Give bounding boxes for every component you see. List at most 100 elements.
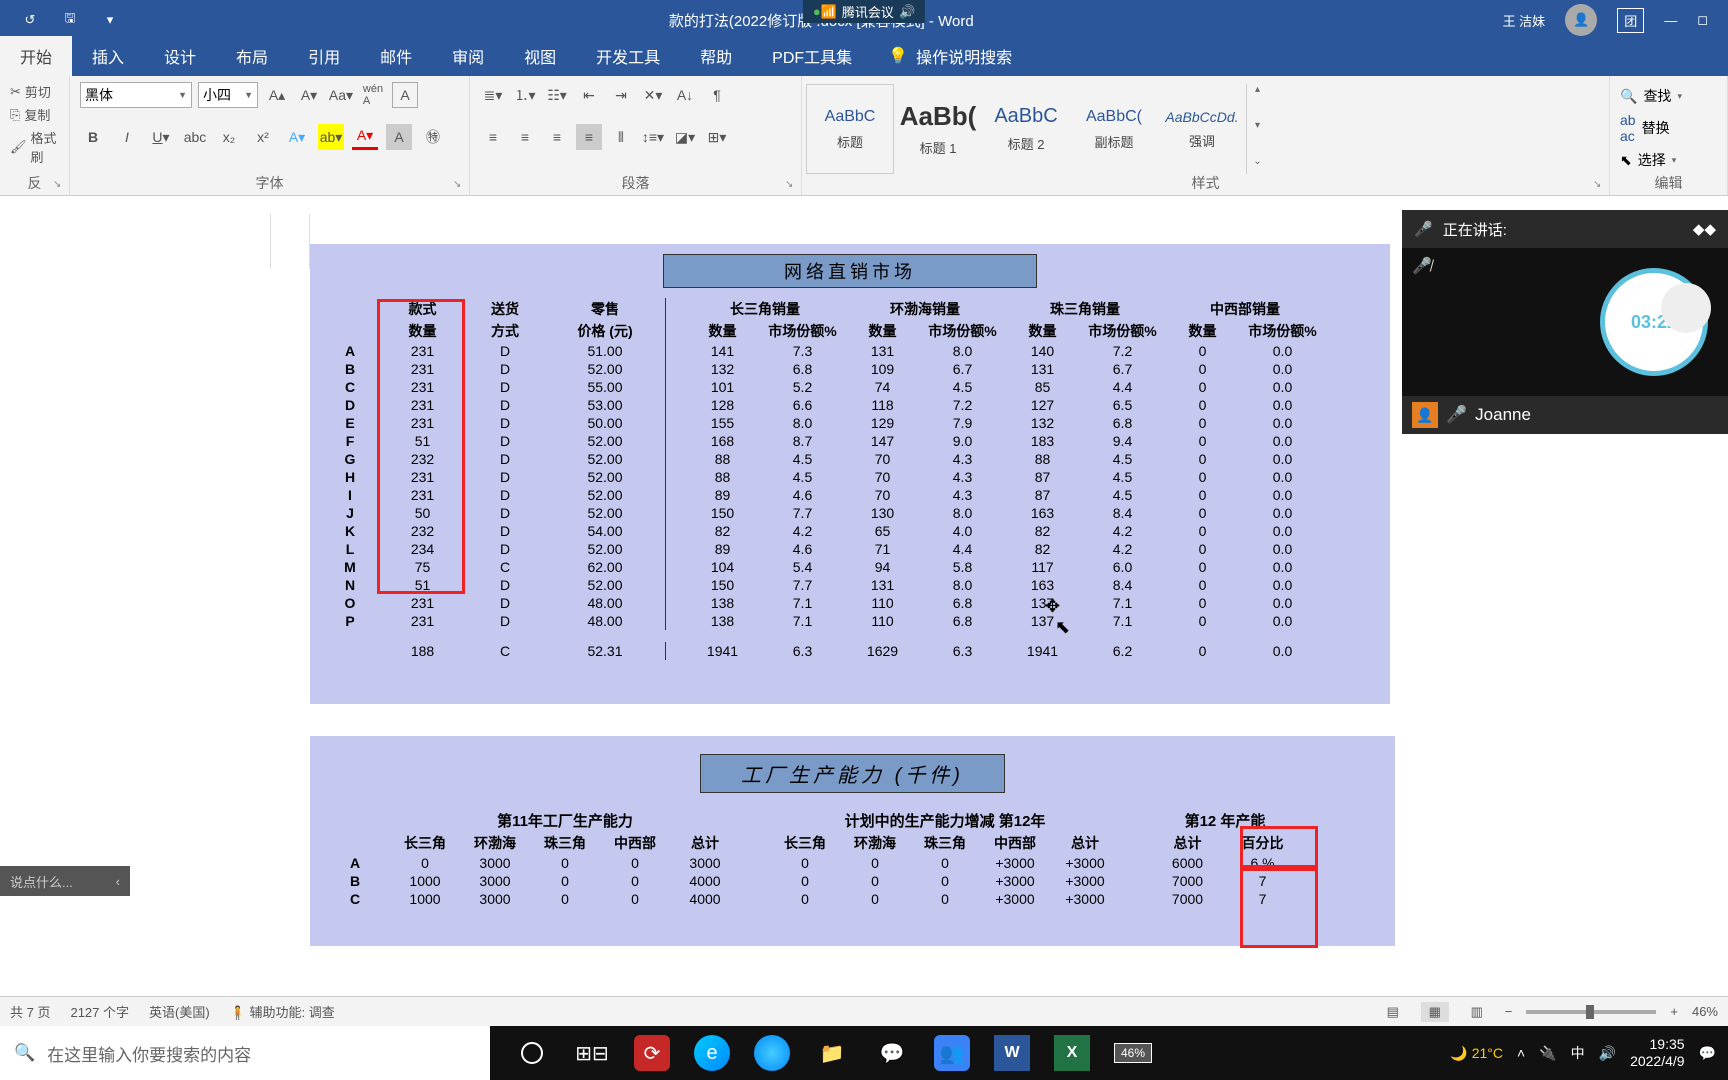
tab-mailings[interactable]: 邮件 (360, 36, 432, 76)
accessibility[interactable]: 🧍 辅助功能: 调查 (230, 1002, 335, 1021)
style-subtitle[interactable]: AaBbC(副标题 (1070, 84, 1158, 174)
tab-help[interactable]: 帮助 (680, 36, 752, 76)
edge-legacy-icon[interactable]: e (694, 1035, 730, 1071)
edge-icon[interactable] (754, 1035, 790, 1071)
clear-format-button[interactable]: A (392, 82, 418, 108)
format-painter-button[interactable]: 🖌格式刷 (10, 128, 59, 166)
battery-indicator[interactable]: 46% (1114, 1043, 1152, 1063)
change-case-button[interactable]: Aa▾ (328, 82, 354, 108)
autosave-icon[interactable]: ↺ (20, 10, 40, 30)
weather-icon[interactable]: 🌙 21°C (1450, 1045, 1503, 1062)
share-button[interactable]: 团 (1617, 8, 1644, 33)
task-view-button[interactable]: ⊞⊟ (574, 1035, 610, 1071)
bold-button[interactable]: B (80, 124, 106, 150)
cut-button[interactable]: ✂剪切 (10, 82, 59, 101)
zoom-out-button[interactable]: − (1505, 1004, 1513, 1019)
replace-button[interactable]: abac替换 (1620, 112, 1682, 144)
justify-button[interactable]: ≡ (576, 124, 602, 150)
borders-button[interactable]: ⊞▾ (704, 124, 730, 150)
language[interactable]: 英语(美国) (149, 1002, 210, 1021)
font-launcher[interactable]: ↘ (453, 179, 467, 193)
page-count[interactable]: 共 7 页 (10, 1002, 50, 1021)
underline-button[interactable]: U▾ (148, 124, 174, 150)
text-effects-button[interactable]: A▾ (284, 124, 310, 150)
netease-icon[interactable]: ⟳ (634, 1035, 670, 1071)
grow-font-button[interactable]: A▴ (264, 82, 290, 108)
styles-more[interactable]: ▴▾⌄ (1246, 84, 1268, 174)
sort-button[interactable]: A↓ (672, 82, 698, 108)
excel-icon[interactable]: X (1054, 1035, 1090, 1071)
style-title[interactable]: AaBbC标题 (806, 84, 894, 174)
font-name-combo[interactable]: 黑体▼ (80, 82, 192, 108)
tab-design[interactable]: 设计 (144, 36, 216, 76)
tab-insert[interactable]: 插入 (72, 36, 144, 76)
find-button[interactable]: 🔍查找▾ (1620, 86, 1682, 106)
align-center-button[interactable]: ≡ (512, 124, 538, 150)
char-shading-button[interactable]: A (386, 124, 412, 150)
print-layout-button[interactable]: ▦ (1421, 1002, 1449, 1022)
cortana-button[interactable] (514, 1035, 550, 1071)
subscript-button[interactable]: x₂ (216, 124, 242, 150)
highlight-button[interactable]: ab▾ (318, 124, 344, 150)
style-heading2[interactable]: AaBbC标题 2 (982, 84, 1070, 174)
asian-layout-button[interactable]: ✕▾ (640, 82, 666, 108)
font-color-button[interactable]: A▾ (352, 124, 378, 150)
tab-pdf[interactable]: PDF工具集 (752, 36, 872, 76)
tencent-meeting-icon[interactable]: 👥 (934, 1035, 970, 1071)
comment-peek[interactable]: 说点什么... ‹ (0, 866, 130, 896)
tab-view[interactable]: 视图 (504, 36, 576, 76)
show-marks-button[interactable]: ¶ (704, 82, 730, 108)
copy-button[interactable]: ⎘复制 (10, 105, 59, 124)
numbering-button[interactable]: ⒈▾ (512, 82, 538, 108)
clock[interactable]: 19:35 2022/4/9 (1630, 1036, 1685, 1070)
align-left-button[interactable]: ≡ (480, 124, 506, 150)
tab-developer[interactable]: 开发工具 (576, 36, 680, 76)
decrease-indent-button[interactable]: ⇤ (576, 82, 602, 108)
shading-button[interactable]: ◪▾ (672, 124, 698, 150)
bullets-button[interactable]: ≣▾ (480, 82, 506, 108)
ime-indicator[interactable]: 中 (1571, 1043, 1585, 1063)
clipboard-launcher[interactable]: ↘ (53, 179, 67, 193)
style-heading1[interactable]: AaBb(标题 1 (894, 84, 982, 174)
explorer-icon[interactable]: 📁 (814, 1035, 850, 1071)
notifications-icon[interactable]: 💬 (1699, 1045, 1716, 1062)
enclose-button[interactable]: ㊕ (420, 124, 446, 150)
web-layout-button[interactable]: ▥ (1463, 1002, 1491, 1022)
italic-button[interactable]: I (114, 124, 140, 150)
volume-icon[interactable]: 🔊 (1599, 1045, 1616, 1062)
zoom-in-button[interactable]: + (1670, 1004, 1678, 1019)
save-icon[interactable]: 🖫 (60, 10, 80, 30)
tab-review[interactable]: 审阅 (432, 36, 504, 76)
line-spacing-button[interactable]: ↕≡▾ (640, 124, 666, 150)
styles-gallery[interactable]: AaBbC标题 AaBb(标题 1 AaBbC标题 2 AaBbC(副标题 Aa… (806, 84, 1268, 174)
zoom-level[interactable]: 46% (1692, 1004, 1718, 1019)
multilevel-button[interactable]: ☷▾ (544, 82, 570, 108)
font-size-combo[interactable]: 小四▼ (198, 82, 258, 108)
zoom-slider[interactable] (1526, 1010, 1656, 1014)
wechat-icon[interactable]: 💬 (874, 1035, 910, 1071)
qat-more-icon[interactable]: ▾ (100, 10, 120, 30)
align-right-button[interactable]: ≡ (544, 124, 570, 150)
word-count[interactable]: 2127 个字 (70, 1002, 129, 1021)
select-button[interactable]: ⬉选择▾ (1620, 150, 1682, 170)
styles-launcher[interactable]: ↘ (1593, 179, 1607, 193)
read-mode-button[interactable]: ▤ (1379, 1002, 1407, 1022)
superscript-button[interactable]: x² (250, 124, 276, 150)
taskbar-search[interactable]: 🔍 在这里输入你要搜索的内容 (0, 1026, 490, 1080)
tencent-meeting-panel[interactable]: 🎤 正在讲话: ◆◆ 🎤̸ 03:22 👤 🎤 Joanne (1402, 210, 1728, 434)
tab-references[interactable]: 引用 (288, 36, 360, 76)
tray-expand-icon[interactable]: ˄ (1517, 1045, 1525, 1061)
distribute-button[interactable]: ⫴ (608, 124, 634, 150)
strike-button[interactable]: abc (182, 124, 208, 150)
tab-home[interactable]: 开始 (0, 36, 72, 76)
power-icon[interactable]: 🔌 (1539, 1045, 1556, 1062)
maximize-button[interactable]: ◻ (1697, 12, 1708, 28)
minimize-button[interactable]: — (1664, 13, 1677, 28)
tell-me-search[interactable]: 💡 操作说明搜索 (872, 36, 1028, 76)
user-avatar-icon[interactable]: 👤 (1565, 4, 1597, 36)
increase-indent-button[interactable]: ⇥ (608, 82, 634, 108)
para-launcher[interactable]: ↘ (785, 179, 799, 193)
tab-layout[interactable]: 布局 (216, 36, 288, 76)
style-emphasis[interactable]: AaBbCcDd.强调 (1158, 84, 1246, 174)
shrink-font-button[interactable]: A▾ (296, 82, 322, 108)
